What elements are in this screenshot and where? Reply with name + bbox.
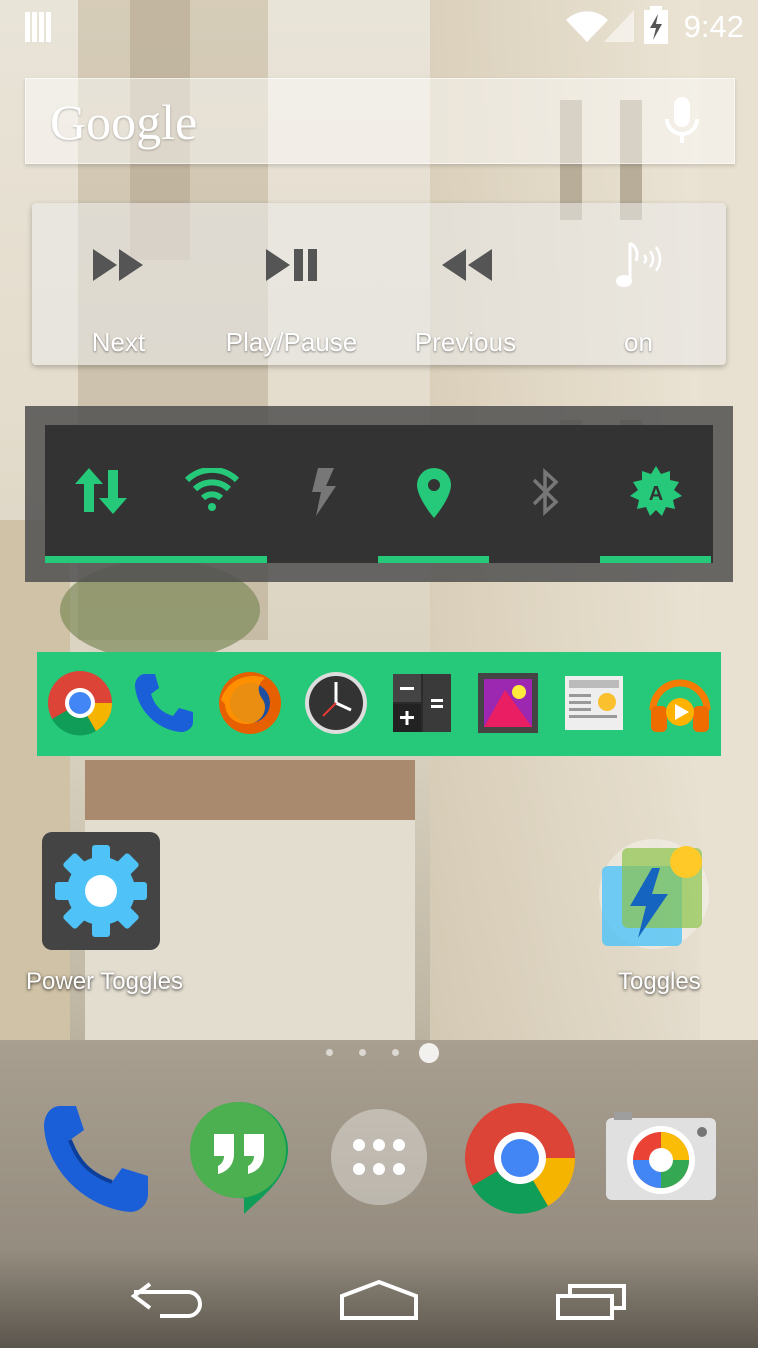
- google-search-bar[interactable]: Google: [25, 78, 735, 164]
- battery-status-icon: [644, 6, 668, 44]
- firefox-icon[interactable]: [217, 670, 283, 736]
- next-label: Next: [91, 327, 146, 357]
- page-indicator-dot: [392, 1049, 399, 1056]
- toggles-label: Toggles: [618, 968, 701, 995]
- toggle-flash[interactable]: [267, 425, 378, 563]
- page-indicator-current: [419, 1043, 439, 1063]
- fast-forward-icon: [92, 249, 143, 281]
- next-button[interactable]: Next: [32, 203, 205, 365]
- music-on-label: on: [624, 327, 653, 357]
- power-toggles-shortcut[interactable]: [40, 830, 162, 952]
- music-note-signal-icon: [615, 241, 661, 287]
- wifi-indicator: [156, 556, 267, 563]
- auto-brightness-icon: A: [629, 466, 682, 516]
- dock-phone-icon[interactable]: [40, 1104, 152, 1214]
- recents-icon[interactable]: [554, 1282, 630, 1322]
- page-indicator-dot: [359, 1049, 366, 1056]
- wifi-status-icon: [566, 11, 608, 42]
- status-bar: 9:42: [0, 0, 758, 56]
- auto-brightness-indicator: [600, 556, 711, 563]
- svg-text:A: A: [648, 483, 662, 505]
- toggle-auto-brightness[interactable]: A: [600, 425, 711, 563]
- wifi-icon: [184, 468, 239, 511]
- hangouts-icon[interactable]: [186, 1100, 290, 1216]
- mobile-data-indicator: [45, 556, 156, 563]
- play-music-icon[interactable]: [647, 670, 713, 736]
- status-time: 9:42: [683, 9, 744, 44]
- clock-icon[interactable]: [303, 670, 369, 736]
- toggle-mobile-data[interactable]: [45, 425, 156, 563]
- play-pause-label: Play/Pause: [225, 327, 358, 357]
- bluetooth-indicator: [489, 556, 600, 563]
- previous-label: Previous: [414, 327, 517, 357]
- notification-icon: [25, 12, 51, 42]
- power-toggles-label: Power Toggles: [26, 968, 183, 995]
- music-on-button[interactable]: on: [552, 203, 725, 365]
- settings-gear-icon: [42, 832, 160, 950]
- gallery-icon[interactable]: [475, 670, 541, 736]
- chrome-icon[interactable]: [47, 670, 113, 736]
- page-indicator-dot: [326, 1049, 333, 1056]
- dock-chrome-icon[interactable]: [464, 1102, 576, 1214]
- google-news-icon[interactable]: [561, 670, 627, 736]
- mobile-data-icon: [74, 468, 127, 514]
- play-pause-icon: [265, 249, 317, 281]
- bluetooth-icon: [532, 468, 559, 516]
- back-icon[interactable]: [130, 1280, 206, 1320]
- toggle-bluetooth[interactable]: [489, 425, 600, 563]
- music-control-widget: Next Play/Pause Previous on: [32, 203, 726, 365]
- location-indicator: [378, 556, 489, 563]
- google-logo: Google: [50, 94, 198, 150]
- previous-button[interactable]: Previous: [379, 203, 552, 365]
- rewind-icon: [441, 249, 492, 281]
- camera-icon[interactable]: [604, 1110, 718, 1202]
- app-drawer-icon[interactable]: [330, 1108, 428, 1206]
- calculator-icon[interactable]: [389, 670, 455, 736]
- flash-indicator: [267, 556, 378, 563]
- toggles-app-icon: [599, 839, 709, 949]
- power-toggles-widget: A: [25, 406, 733, 582]
- flash-icon: [311, 468, 336, 516]
- signal-status-icon: [604, 10, 634, 42]
- toggle-wifi[interactable]: [156, 425, 267, 563]
- play-pause-button[interactable]: Play/Pause: [205, 203, 378, 365]
- home-icon[interactable]: [338, 1278, 420, 1322]
- app-bar-widget: [37, 652, 721, 756]
- toggles-shortcut[interactable]: [598, 838, 710, 950]
- microphone-icon[interactable]: [662, 97, 702, 147]
- phone-icon[interactable]: [131, 670, 197, 736]
- toggle-location[interactable]: [378, 425, 489, 563]
- location-icon: [416, 468, 451, 518]
